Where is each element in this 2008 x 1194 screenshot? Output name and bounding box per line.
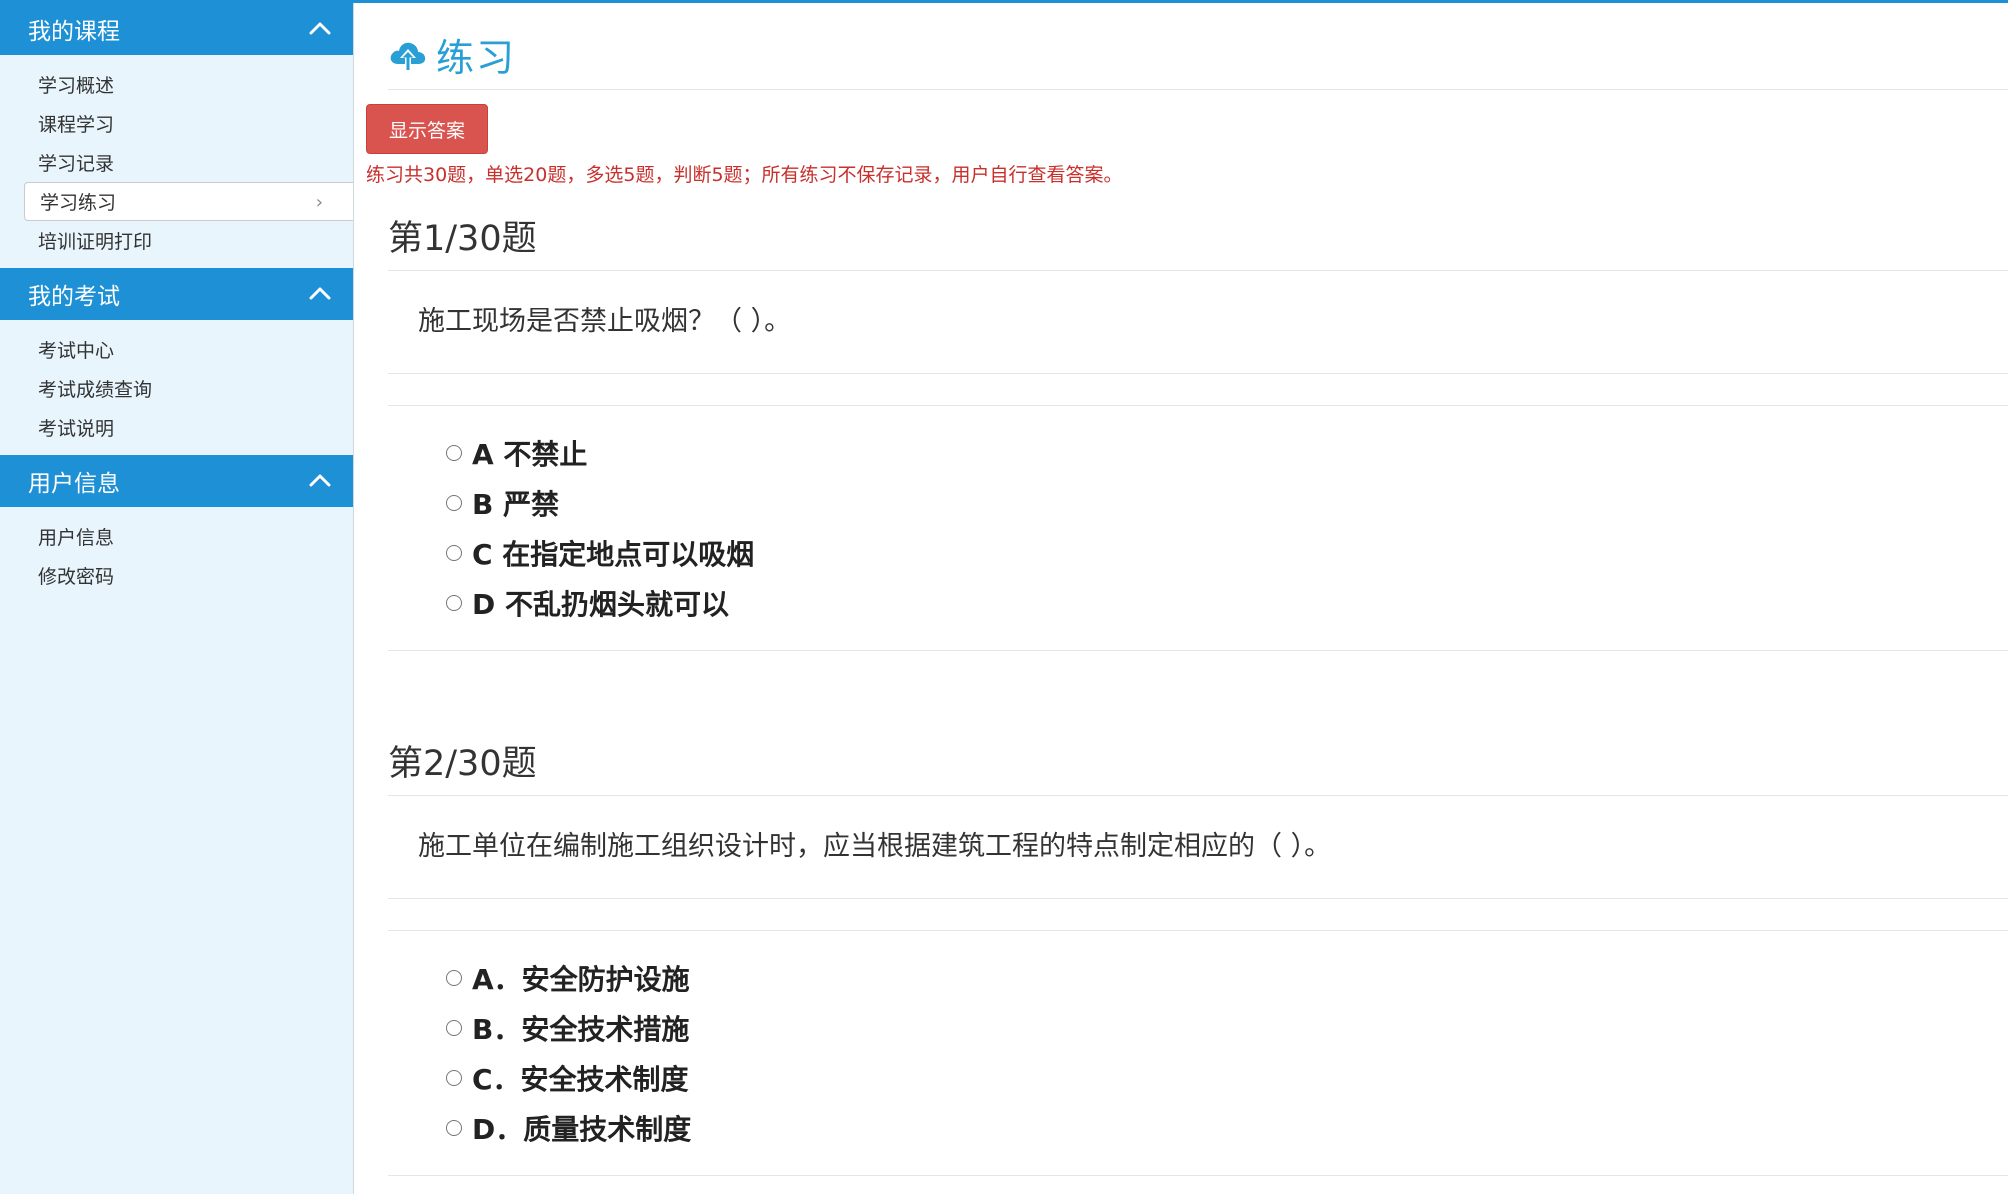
options-list: A 不禁止 B 严禁 C 在指定地点可以吸烟 D 不乱扔烟头就可以 [388,406,2008,651]
sidebar-item-label: 用户信息 [38,527,115,549]
sidebar: 我的课程 学习概述 课程学习 学习记录 学习练习 › 培训证明打印 我的考试 考… [0,3,354,1194]
option-radio[interactable]: A 不禁止 [446,428,2008,478]
sidebar-item-label: 课程学习 [38,114,115,136]
option-radio[interactable]: C．安全技术制度 [446,1053,2008,1103]
sidebar-item-change-password[interactable]: 修改密码 [0,556,353,595]
divider [388,899,2008,931]
sidebar-item-label: 修改密码 [38,566,115,588]
chevron-up-icon [309,22,331,35]
option-label: C．安全技术制度 [472,1063,689,1096]
sidebar-item-label: 学习概述 [38,75,115,97]
sidebar-item-study-overview[interactable]: 学习概述 [0,65,353,104]
option-label: D．质量技术制度 [472,1113,692,1146]
section-title: 用户信息 [28,471,120,497]
cloud-upload-icon [390,42,426,71]
sidebar-item-certificate-print[interactable]: 培训证明打印 [0,221,353,260]
question-card: 第2/30题 施工单位在编制施工组织设计时，应当根据建筑工程的特点制定相应的（ … [388,733,2008,1176]
question-number: 第1/30题 [388,208,2008,271]
radio-button[interactable] [446,595,462,611]
main-content: 练习 显示答案 练习共30题，单选20题，多选5题，判断5题；所有练习不保存记录… [354,3,2008,1194]
sidebar-item-label: 考试中心 [38,340,115,362]
section-body-my-courses: 学习概述 课程学习 学习记录 学习练习 › 培训证明打印 [0,55,353,268]
show-answer-button[interactable]: 显示答案 [366,104,488,154]
option-radio[interactable]: D 不乱扔烟头就可以 [446,578,2008,628]
page-title-bar: 练习 [388,27,516,82]
sidebar-item-label: 培训证明打印 [38,231,153,253]
page: 我的课程 学习概述 课程学习 学习记录 学习练习 › 培训证明打印 我的考试 考… [0,0,2008,1194]
radio-button[interactable] [446,1120,462,1136]
option-label: A．安全防护设施 [472,963,690,996]
sidebar-item-label: 学习记录 [38,153,115,175]
sidebar-item-study-records[interactable]: 学习记录 [0,143,353,182]
radio-button[interactable] [446,1020,462,1036]
option-label: A 不禁止 [472,438,588,471]
section-header-my-exams[interactable]: 我的考试 [0,268,353,320]
section-header-my-courses[interactable]: 我的课程 [0,3,353,55]
section-header-user-info[interactable]: 用户信息 [0,455,353,507]
option-label: B 严禁 [472,488,560,521]
page-title: 练习 [436,36,517,80]
option-label: B．安全技术措施 [472,1013,690,1046]
section-title: 我的考试 [28,284,120,310]
chevron-up-icon [309,287,331,300]
section-body-my-exams: 考试中心 考试成绩查询 考试说明 [0,320,353,455]
practice-notice: 练习共30题，单选20题，多选5题，判断5题；所有练习不保存记录，用户自行查看答… [366,164,1123,186]
section-title: 我的课程 [28,19,120,45]
options-list: A．安全防护设施 B．安全技术措施 C．安全技术制度 D．质量技术制度 [388,931,2008,1176]
question-text: 施工现场是否禁止吸烟？（ ）。 [388,271,2008,374]
question-number: 第2/30题 [388,733,2008,796]
sidebar-item-exam-center[interactable]: 考试中心 [0,330,353,369]
chevron-right-icon: › [315,192,323,213]
radio-button[interactable] [446,1070,462,1086]
radio-button[interactable] [446,970,462,986]
question-text: 施工单位在编制施工组织设计时，应当根据建筑工程的特点制定相应的（ ）。 [388,796,2008,899]
sidebar-item-course-study[interactable]: 课程学习 [0,104,353,143]
sidebar-item-user-info[interactable]: 用户信息 [0,517,353,556]
option-radio[interactable]: D．质量技术制度 [446,1103,2008,1153]
option-label: C 在指定地点可以吸烟 [472,538,755,571]
question-card: 第1/30题 施工现场是否禁止吸烟？（ ）。 A 不禁止 B 严禁 C 在指定地… [388,208,2008,651]
option-radio[interactable]: A．安全防护设施 [446,953,2008,1003]
sidebar-item-exam-instructions[interactable]: 考试说明 [0,408,353,447]
option-label: D 不乱扔烟头就可以 [472,588,729,621]
radio-button[interactable] [446,445,462,461]
sidebar-item-exam-score-query[interactable]: 考试成绩查询 [0,369,353,408]
option-radio[interactable]: B 严禁 [446,478,2008,528]
divider [388,89,2008,90]
sidebar-item-study-practice[interactable]: 学习练习 › [24,182,353,221]
radio-button[interactable] [446,495,462,511]
sidebar-item-label: 学习练习 [40,192,117,214]
section-body-user-info: 用户信息 修改密码 [0,507,353,603]
sidebar-item-label: 考试成绩查询 [38,379,153,401]
option-radio[interactable]: B．安全技术措施 [446,1003,2008,1053]
sidebar-item-label: 考试说明 [38,418,115,440]
radio-button[interactable] [446,545,462,561]
divider [388,374,2008,406]
option-radio[interactable]: C 在指定地点可以吸烟 [446,528,2008,578]
chevron-up-icon [309,474,331,487]
